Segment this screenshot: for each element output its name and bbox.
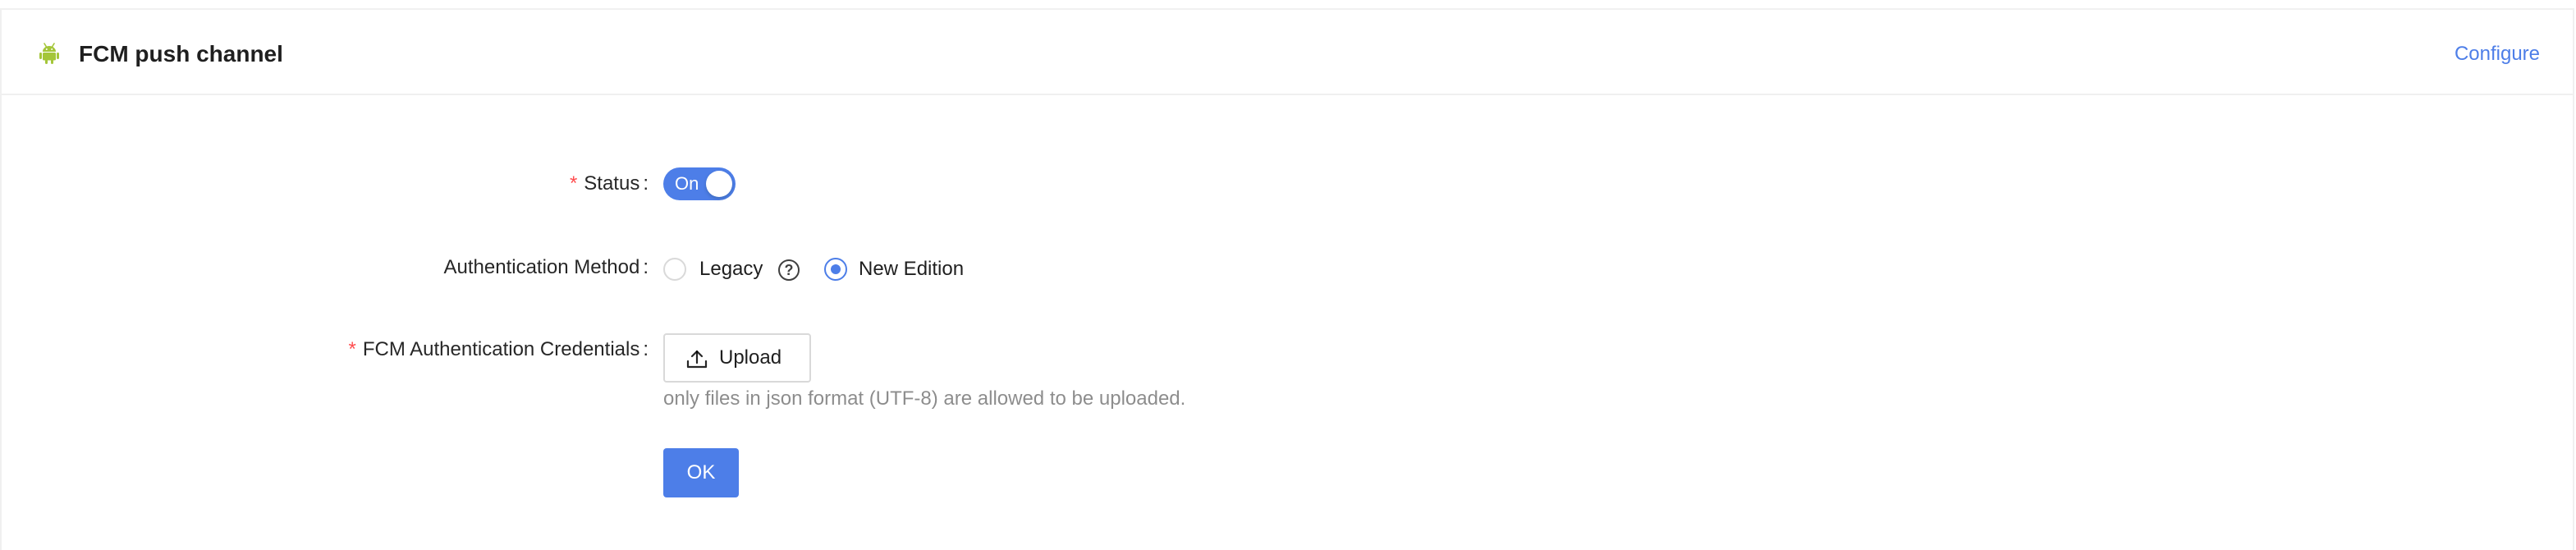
fcm-push-channel-card: FCM push channel Configure * Status: On A… <box>0 8 2574 550</box>
ok-button[interactable]: OK <box>663 448 739 497</box>
status-label: * Status: <box>570 169 649 199</box>
radio-new-edition[interactable] <box>824 258 847 281</box>
radio-new-edition-label[interactable]: New Edition <box>859 254 964 284</box>
label-colon: : <box>643 338 649 360</box>
radio-legacy[interactable] <box>663 258 686 281</box>
configure-link[interactable]: Configure <box>2455 39 2540 69</box>
required-star: * <box>348 338 356 360</box>
question-circle-icon[interactable]: ? <box>778 259 800 281</box>
label-colon: : <box>643 256 649 278</box>
upload-button[interactable]: Upload <box>663 333 811 383</box>
android-icon <box>39 43 59 64</box>
upload-button-label: Upload <box>719 346 782 369</box>
radio-legacy-label[interactable]: Legacy <box>699 254 763 284</box>
upload-icon <box>686 350 708 369</box>
required-star: * <box>569 172 578 195</box>
status-label-text: Status <box>584 172 640 195</box>
label-colon: : <box>643 172 649 195</box>
status-toggle[interactable]: On <box>663 167 736 200</box>
auth-method-label: Authentication Method: <box>444 253 649 282</box>
status-toggle-knob <box>706 171 732 197</box>
auth-method-label-text: Authentication Method <box>443 256 640 278</box>
upload-hint-text: only files in json format (UTF-8) are al… <box>663 387 1186 410</box>
credentials-label: * FCM Authentication Credentials: <box>348 335 649 364</box>
card-title: FCM push channel <box>79 41 283 66</box>
status-toggle-text: On <box>675 173 699 194</box>
credentials-label-text: FCM Authentication Credentials <box>362 338 640 360</box>
card-header: FCM push channel Configure <box>2 10 2573 95</box>
